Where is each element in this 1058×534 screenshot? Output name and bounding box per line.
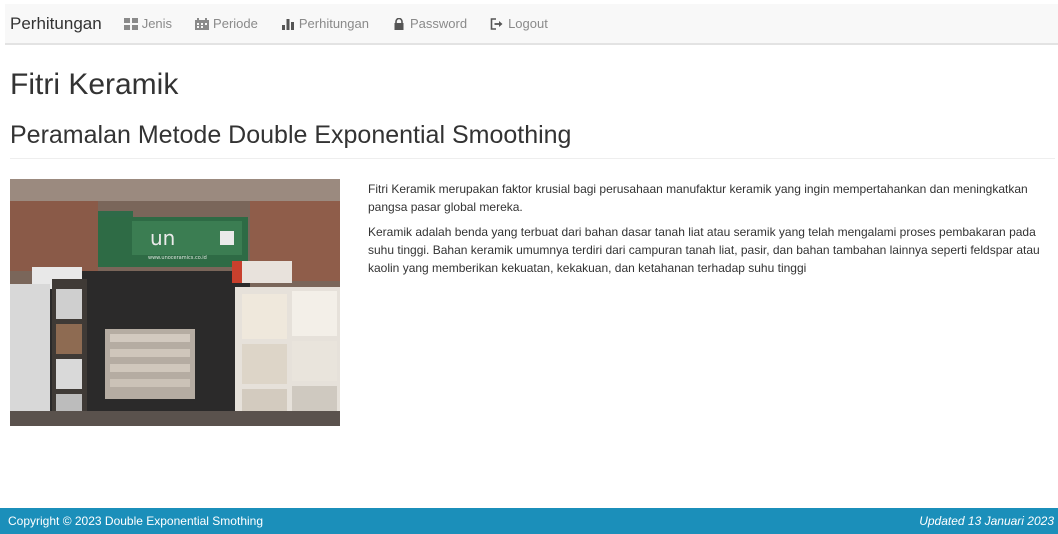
store-front-photo: un www.unoceramics.co.id xyxy=(10,179,340,426)
navbar-brand[interactable]: Perhitungan xyxy=(10,14,102,34)
nav-item-password[interactable]: Password xyxy=(392,16,467,31)
footer-copyright: Copyright © 2023 Double Exponential Smot… xyxy=(8,514,263,528)
photo-sign-url: www.unoceramics.co.id xyxy=(148,255,207,261)
footer: Copyright © 2023 Double Exponential Smot… xyxy=(0,508,1058,534)
nav-item-jenis[interactable]: Jenis xyxy=(123,16,173,31)
intro-paragraph: Fitri Keramik merupakan faktor krusial b… xyxy=(368,182,1028,214)
bar-chart-icon xyxy=(281,18,295,30)
nav-item-label: Jenis xyxy=(141,16,173,31)
photo-sign-text: un xyxy=(150,226,175,250)
intro-content: Fitri Keramik merupakan faktor krusial b… xyxy=(368,180,1048,284)
navbar: Perhitungan Jenis Periode Perhitungan Pa… xyxy=(5,4,1058,45)
heading-divider xyxy=(10,158,1055,159)
th-large-icon xyxy=(123,17,138,30)
nav-item-logout[interactable]: Logout xyxy=(490,16,548,31)
nav-item-label: Password xyxy=(409,16,468,31)
page-heading: Peramalan Metode Double Exponential Smoo… xyxy=(10,121,572,149)
calendar-icon xyxy=(195,17,210,30)
lock-icon xyxy=(392,17,406,30)
nav-item-label: Periode xyxy=(213,16,258,31)
footer-updated: Updated 13 Januari 2023 xyxy=(919,514,1054,528)
nav-item-label: Logout xyxy=(508,16,548,31)
nav-item-label: Perhitungan xyxy=(298,16,369,31)
log-out-icon xyxy=(490,17,504,30)
site-title: Fitri Keramik xyxy=(10,68,179,101)
nav-item-periode[interactable]: Periode xyxy=(195,16,258,31)
description-paragraph: Keramik adalah benda yang terbuat dari b… xyxy=(368,225,1040,275)
nav-item-perhitungan[interactable]: Perhitungan xyxy=(281,16,369,31)
